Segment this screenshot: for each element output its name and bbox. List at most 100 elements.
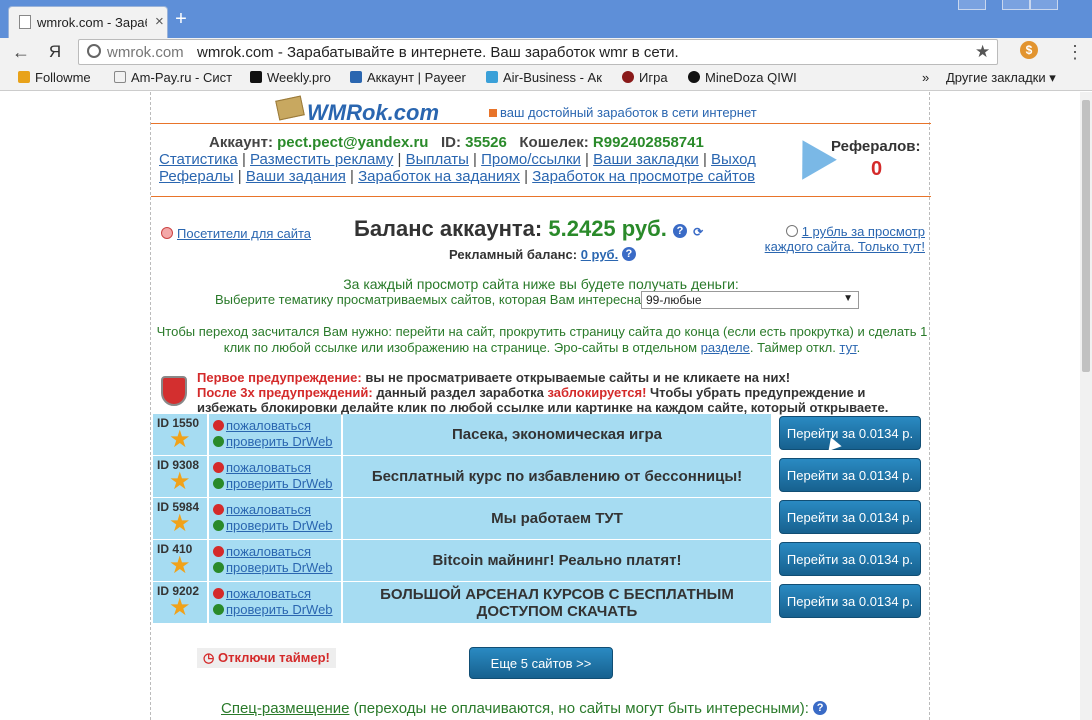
back-arrow-icon[interactable]: ← (10, 41, 32, 63)
nav-payouts[interactable]: Выплаты (406, 151, 469, 168)
minimize-button[interactable] (958, 0, 986, 10)
chevron-down-icon: ▼ (843, 293, 853, 304)
ad-balance-value[interactable]: 0 руб. (581, 247, 618, 262)
scrollbar[interactable] (1080, 92, 1092, 720)
visit-site-button[interactable]: Перейти за 0.0134 р. (779, 458, 921, 492)
check-drweb-link[interactable]: проверить DrWeb (213, 518, 333, 533)
visit-site-button[interactable]: Перейти за 0.0134 р. (779, 542, 921, 576)
balance-value: 5.2425 руб. (548, 216, 667, 241)
star-icon: ★ (169, 510, 191, 537)
timer-link[interactable]: тут (839, 340, 856, 355)
site-title: Bitcoin майнинг! Реально платят! (343, 540, 771, 581)
plane-icon (486, 71, 498, 83)
scrollbar-thumb[interactable] (1082, 100, 1090, 372)
nav-bookmarks[interactable]: Ваши закладки (593, 151, 699, 168)
visit-site-button[interactable]: Перейти за 0.0134 р. (779, 500, 921, 534)
account-balance: Баланс аккаунта: 5.2425 руб. ? ⟳ (354, 216, 704, 241)
warning-message: Первое предупреждение: вы не просматрива… (197, 370, 889, 415)
extension-coin-icon[interactable]: $ (1020, 41, 1038, 59)
nav-your-tasks[interactable]: Ваши задания (246, 168, 346, 185)
referrals-count: 0 (871, 158, 883, 180)
bookmark-item[interactable]: Air-Business - Ак (486, 70, 610, 85)
theme-label: Выберите тематику просматриваемых сайтов… (215, 292, 645, 307)
table-row: ID 5984 ★ пожаловаться проверить DrWeb Мы… (153, 498, 927, 539)
site-slogan: ваш достойный заработок в сети интернет (489, 105, 757, 120)
star-icon: ★ (169, 426, 191, 453)
envelope-icon (275, 95, 305, 121)
omnibox-title: wmrok.com - Зарабатывайте в интернете. В… (197, 44, 679, 61)
stop-icon (213, 420, 224, 431)
site-title: Бесплатный курс по избавлению от бессонн… (343, 456, 771, 497)
stop-icon (213, 546, 224, 557)
browser-tab[interactable]: wmrok.com - Зарабат × (8, 6, 168, 38)
complain-link[interactable]: пожаловаться (213, 544, 311, 559)
bookmarks-more-button[interactable]: » (922, 70, 929, 85)
more-sites-button[interactable]: Еще 5 сайтов >> (469, 647, 613, 679)
complain-link[interactable]: пожаловаться (213, 502, 311, 517)
promo-link[interactable]: 1 рубль за просмотр каждого сайта. Тольк… (755, 224, 925, 254)
bookmark-item[interactable]: Игра (622, 70, 682, 85)
page-icon (19, 15, 31, 29)
stop-icon (213, 504, 224, 515)
check-drweb-link[interactable]: проверить DrWeb (213, 602, 333, 617)
section-link[interactable]: разделе (701, 340, 750, 355)
nav-referrals[interactable]: Рефералы (159, 168, 234, 185)
table-row: ID 1550 ★ пожаловаться проверить DrWeb Па… (153, 414, 927, 455)
site-title: Пасека, экономическая игра (343, 414, 771, 455)
maximize-button[interactable] (1030, 0, 1058, 10)
nav-place-ads[interactable]: Разместить рекламу (250, 151, 393, 168)
complain-link[interactable]: пожаловаться (213, 586, 311, 601)
bookmarks-bar: Followme Am-Pay.ru - Сист Weekly.pro Акк… (0, 66, 1092, 91)
address-bar[interactable]: wmrok.com wmrok.com - Зарабатывайте в ин… (78, 39, 998, 65)
star-icon: ★ (169, 552, 191, 579)
timer-icon: ◷ (203, 650, 218, 665)
bookmark-item[interactable]: MineDoza QIWI (688, 70, 814, 85)
help-icon[interactable]: ? (673, 224, 687, 238)
visitors-link[interactable]: Посетители для сайта (161, 226, 311, 241)
visit-site-button[interactable]: Перейти за 0.0134 р. (779, 416, 921, 450)
site-title: Мы работаем ТУТ (343, 498, 771, 539)
nav-statistics[interactable]: Статистика (159, 151, 238, 168)
nav-promo[interactable]: Промо/ссылки (481, 151, 581, 168)
visitors-icon (161, 227, 173, 239)
nav-logout[interactable]: Выход (711, 151, 756, 168)
shield-check-icon (213, 562, 224, 573)
bookmark-star-icon[interactable]: ★ (975, 42, 990, 62)
yandex-icon[interactable]: Я (44, 41, 66, 63)
bookmark-item[interactable]: Am-Pay.ru - Сист (114, 70, 236, 85)
divider (151, 123, 931, 124)
earn-info: За каждый просмотр сайта ниже вы будете … (343, 276, 739, 292)
check-drweb-link[interactable]: проверить DrWeb (213, 476, 333, 491)
check-drweb-link[interactable]: проверить DrWeb (213, 560, 333, 575)
shield-icon (161, 376, 187, 406)
nav-earn-surfing[interactable]: Заработок на просмотре сайтов (532, 168, 755, 185)
stop-icon (213, 462, 224, 473)
menu-icon[interactable]: ⋮ (1066, 42, 1084, 63)
help-icon[interactable]: ? (813, 701, 828, 715)
nav-earn-tasks[interactable]: Заработок на заданиях (358, 168, 520, 185)
visit-site-button[interactable]: Перейти за 0.0134 р. (779, 584, 921, 618)
timer-off-link[interactable]: ◷ Отключи таймер! (197, 648, 336, 668)
complain-link[interactable]: пожаловаться (213, 418, 311, 433)
special-placement-link[interactable]: Спец-размещение (221, 700, 349, 717)
complain-link[interactable]: пожаловаться (213, 460, 311, 475)
shield-check-icon (213, 604, 224, 615)
new-tab-button[interactable]: + (170, 8, 192, 30)
close-icon[interactable]: × (155, 13, 164, 30)
other-bookmarks-folder[interactable]: Другие закладки ▾ (946, 70, 1056, 86)
refresh-icon[interactable]: ⟳ (693, 225, 703, 239)
check-drweb-link[interactable]: проверить DrWeb (213, 434, 333, 449)
bookmark-item[interactable]: Аккаунт | Payeer (350, 70, 474, 85)
theme-select[interactable]: 99-любые ▼ (641, 291, 859, 309)
help-icon[interactable]: ? (621, 247, 636, 261)
omnibox-host: wmrok.com (107, 44, 184, 61)
clock-icon (785, 225, 798, 237)
bookmark-item[interactable]: Followme (18, 70, 102, 85)
page-info-icon[interactable] (87, 44, 101, 58)
site-title: БОЛЬШОЙ АРСЕНАЛ КУРСОВ С БЕСПЛАТНЫМ ДОСТ… (343, 582, 771, 623)
referrals-label: Рефералов: (831, 138, 921, 155)
restore-button[interactable] (1002, 0, 1030, 10)
account-info: Аккаунт: pect.pect@yandex.ru ID: 35526 К… (209, 134, 704, 151)
bookmark-item[interactable]: Weekly.pro (250, 70, 340, 85)
shield-check-icon (213, 520, 224, 531)
